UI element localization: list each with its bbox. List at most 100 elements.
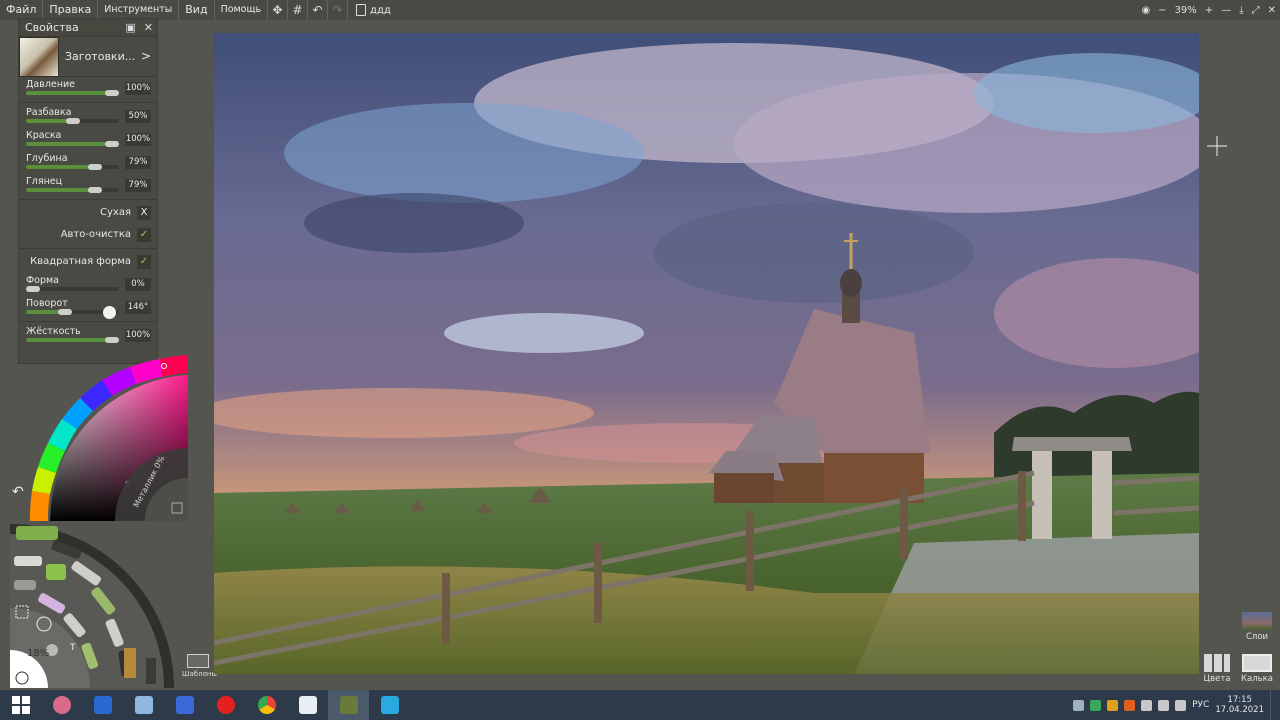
zoom-in-button[interactable]: + [1205,5,1213,16]
rotation-knob-icon[interactable] [103,306,116,319]
slider-value[interactable]: 146° [125,301,151,314]
clock[interactable]: 17:15 17.04.2021 [1215,695,1264,715]
taskbar-artrage[interactable] [328,690,369,720]
app-icon [298,696,317,714]
tracing-label: Калька [1240,674,1274,684]
color-wheel[interactable]: Металлик 0% [20,353,190,523]
app-icon [380,696,399,714]
slider-value[interactable]: 100% [125,82,151,95]
slider-value[interactable]: 50% [125,110,151,123]
taskbar-app-3[interactable] [123,690,164,720]
show-desktop-button[interactable] [1270,690,1274,720]
redo-icon[interactable]: ↷ [328,0,349,20]
checkbox-auto-clean[interactable]: ✓ [137,228,151,242]
slider-depth[interactable]: Глубина 79% [19,151,157,174]
properties-header: Свойства ▣ ✕ [19,19,157,37]
slider-label: Краска [26,130,62,141]
templates-button[interactable]: Шаблоны [182,652,217,686]
taskbar-yandex[interactable] [205,690,246,720]
slider-value[interactable]: 79% [125,179,151,192]
menu-edit[interactable]: Правка [43,0,99,20]
slider-value[interactable]: 100% [125,133,151,146]
zoom-out-button[interactable]: − [1158,5,1166,16]
tray-app-icon[interactable] [1107,699,1119,711]
ink-pen-tool-icon [146,658,156,684]
slider-value[interactable]: 0% [125,278,151,291]
artrage-icon [339,696,358,714]
brush-preview-icon [19,36,59,77]
toggle-label: Сухая [100,207,131,218]
taskbar-app-6[interactable] [369,690,410,720]
slider-loading[interactable]: Краска 100% [19,128,157,151]
keyboard-icon[interactable] [1073,699,1085,711]
menu-tools[interactable]: Инструменты [98,0,180,20]
yandex-icon [216,696,235,714]
reference-icon[interactable]: ◉ [1141,5,1150,16]
menu-file[interactable]: Файл [0,0,44,20]
swatches-icon [1204,654,1230,672]
slider-gloss[interactable]: Глянец 79% [19,174,157,197]
tracing-icon [1242,654,1272,672]
toggle-dry[interactable]: Сухая X [19,202,157,224]
close-icon[interactable]: ✕ [1268,5,1276,16]
panel-close-icon[interactable]: ✕ [144,21,153,34]
menu-collapse-icon[interactable]: — [1221,5,1231,16]
slider-value[interactable]: 100% [125,329,151,342]
text-tool-icon: T [69,643,76,653]
slider-thinner[interactable]: Разбавка 50% [19,105,157,128]
crayon-tool-icon [14,580,36,590]
taskbar-app-2[interactable] [82,690,123,720]
slider-label: Разбавка [26,107,72,118]
grid-icon[interactable]: # [288,0,309,20]
slider-rotation[interactable]: Поворот 146° [19,296,157,319]
chalk-tool-icon [14,556,42,566]
oil-brush-tool-icon [16,526,58,540]
layers-thumb [1242,612,1272,630]
paper-tool-icon [124,648,136,678]
tray-app-icon[interactable] [1090,699,1102,711]
menu-help[interactable]: Помощь [215,0,269,20]
tray-app-icon[interactable] [1124,699,1136,711]
preset-selector[interactable]: Заготовки... > [19,36,157,77]
properties-title: Свойства [25,21,79,34]
language-indicator[interactable]: РУС [1192,700,1209,710]
fullscreen-icon[interactable]: ⤢ [1252,5,1260,16]
download-icon[interactable]: ⤓ [1239,5,1243,16]
taskbar-app-4[interactable] [164,690,205,720]
network-icon[interactable] [1158,699,1170,711]
properties-panel: Свойства ▣ ✕ Заготовки... > Давление 100… [18,18,158,364]
slider-hardness[interactable]: Жёсткость 100% [19,324,157,347]
move-tool-icon[interactable]: ✥ [268,0,289,20]
slider-pressure[interactable]: Давление 100% [19,77,157,100]
slider-label: Поворот [26,298,68,309]
taskbar-app-5[interactable] [287,690,328,720]
toggle-label: Квадратная форма [30,256,131,267]
start-button[interactable] [0,690,41,720]
volume-icon[interactable] [1175,699,1187,711]
menu-view[interactable]: Вид [179,0,215,20]
menu-bar: Файл Правка Инструменты Вид Помощь ✥ # ↶… [0,0,1280,20]
templates-label: Шаблоны [182,670,217,678]
brush-size-value[interactable]: 18% [27,648,49,659]
slider-value[interactable]: 79% [125,156,151,169]
painting-canvas[interactable] [214,33,1199,674]
layers-button[interactable]: Слои [1240,612,1274,642]
toggle-square-shape[interactable]: Квадратная форма ✓ [19,251,157,273]
taskbar: РУС 17:15 17.04.2021 [0,690,1280,720]
checkbox-square-shape[interactable]: ✓ [137,255,151,269]
pin-icon[interactable]: ▣ [125,21,135,34]
toggle-label: Авто-очистка [60,229,131,240]
undo-icon[interactable]: ↶ [308,0,329,20]
undo-history-icon[interactable]: ↶ [12,484,30,502]
taskbar-chrome[interactable] [246,690,287,720]
tray-app-icon[interactable] [1141,699,1153,711]
app-icon [52,696,71,714]
slider-shape[interactable]: Форма 0% [19,273,157,296]
toggle-auto-clean[interactable]: Авто-очистка ✓ [19,224,157,246]
slider-label: Жёсткость [26,326,81,337]
tracing-button[interactable]: Калька [1240,654,1274,684]
crosshair-cursor-icon [1207,136,1227,156]
checkbox-dry[interactable]: X [137,206,151,220]
colors-button[interactable]: Цвета [1200,654,1234,684]
taskbar-app-1[interactable] [41,690,82,720]
